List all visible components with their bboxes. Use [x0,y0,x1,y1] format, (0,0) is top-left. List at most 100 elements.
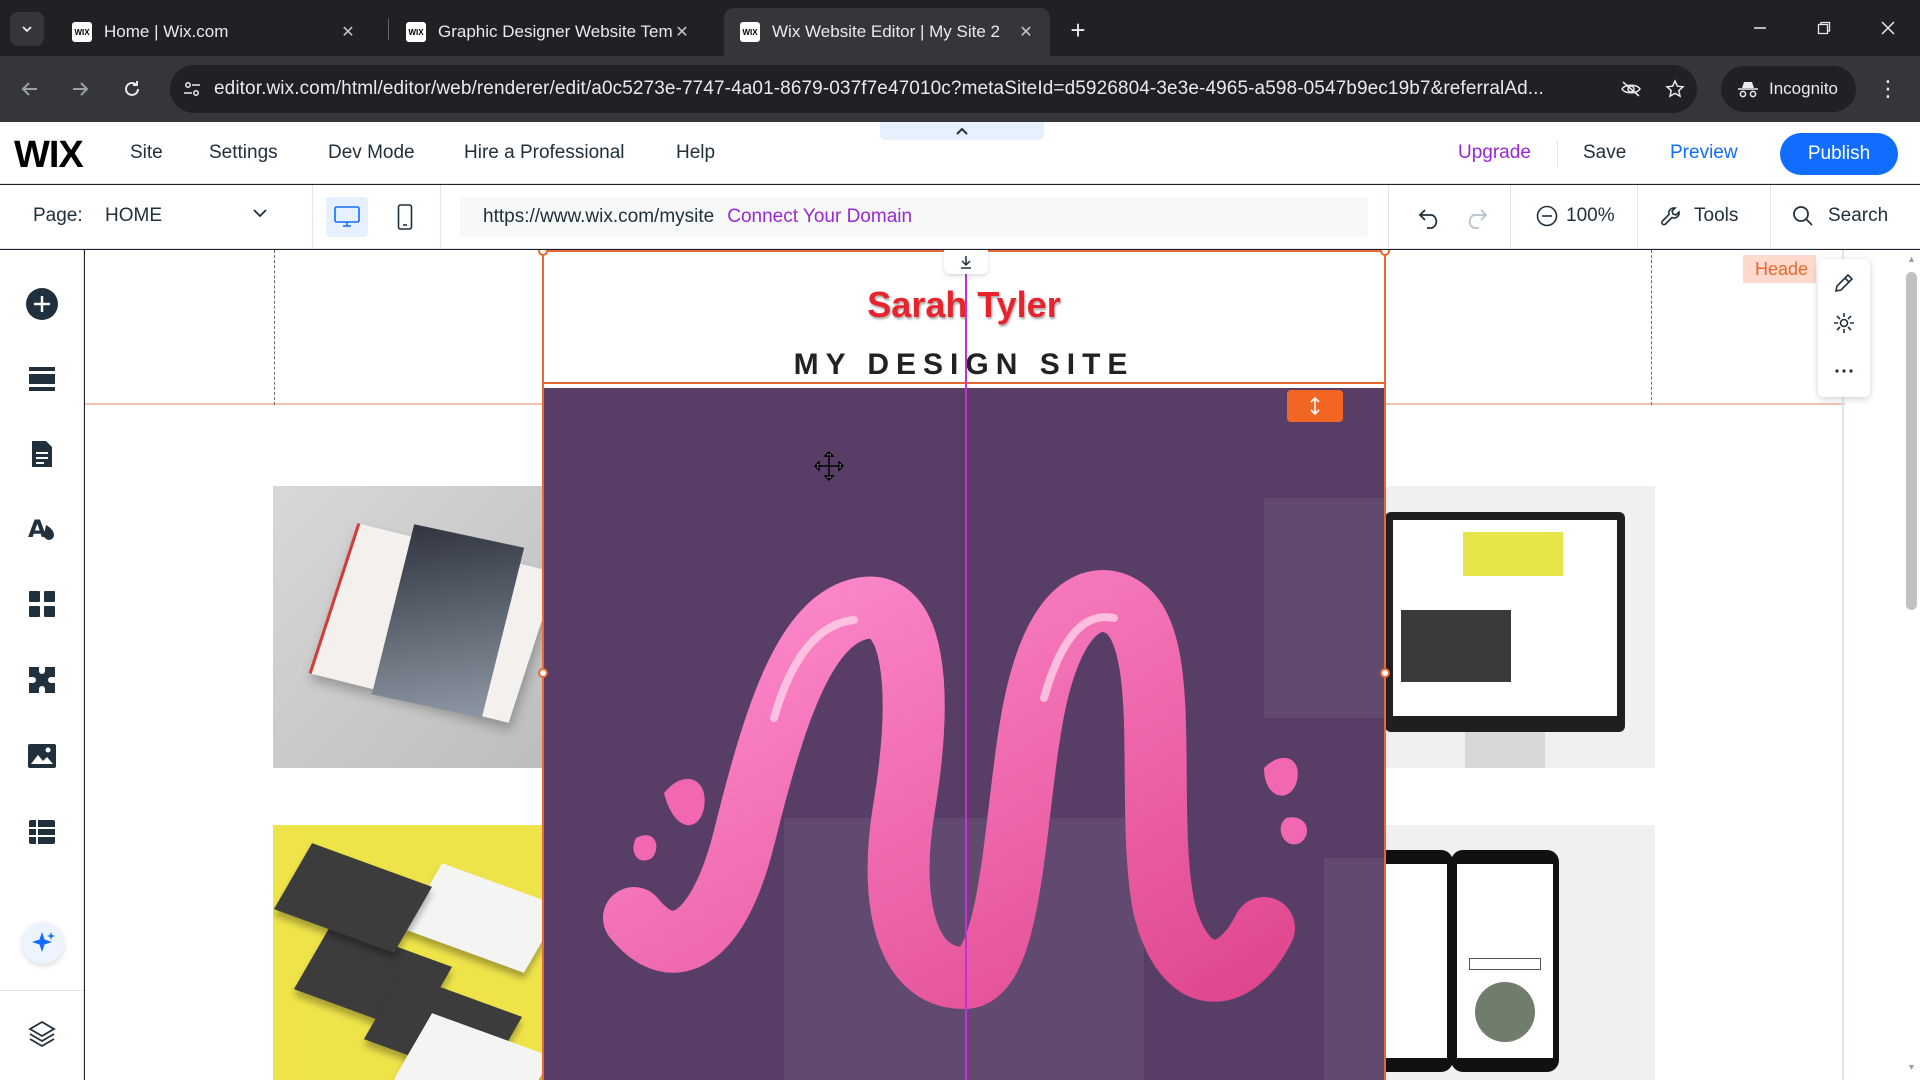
eye-off-icon[interactable] [1609,65,1653,113]
back-button[interactable] [14,73,46,105]
resize-handle[interactable] [1380,668,1390,678]
divider [1557,140,1558,168]
site-info-icon[interactable] [170,65,214,113]
cms-button[interactable] [20,810,64,854]
monitor-shape [1385,512,1625,732]
save-button[interactable]: Save [1583,142,1626,164]
layers-button[interactable] [20,1012,64,1056]
redo-button[interactable] [1461,203,1491,233]
preview-button[interactable]: Preview [1670,142,1738,164]
tools-button[interactable]: Tools [1660,205,1738,227]
edit-section-button[interactable] [1828,267,1860,299]
divider [1388,185,1389,249]
forward-button[interactable] [64,73,96,105]
divider [1637,185,1638,249]
layers-icon [28,1020,56,1048]
selected-strip[interactable]: Sarah Tyler MY DESIGN SITE [538,250,1390,1080]
scroll-thumb[interactable] [1906,272,1917,610]
close-tab-icon[interactable]: ✕ [1016,22,1036,42]
more-icon [1835,369,1853,373]
site-name-text[interactable]: Sarah Tyler [544,284,1384,326]
monitor-screen [1393,520,1617,716]
collapse-topbar-button[interactable] [880,122,1044,140]
add-elements-icon [26,288,58,320]
menu-help[interactable]: Help [676,142,715,164]
add-apps-icon [29,591,55,617]
mobile-view-button[interactable] [384,197,426,237]
site-design-icon: A [28,515,54,543]
browser-tab-editor[interactable]: WIX Wix Website Editor | My Site 2 ✕ [724,8,1050,56]
section-actions-panel [1818,259,1870,397]
zoom-control[interactable]: 100% [1536,205,1615,227]
business-button[interactable] [20,658,64,702]
site-tagline-text[interactable]: MY DESIGN SITE [544,348,1384,382]
canvas-scrollbar[interactable]: ▲ ▼ [1903,250,1920,1080]
reload-button[interactable] [116,73,148,105]
pages-icon [32,441,52,467]
tab-search-button[interactable] [10,12,44,46]
browser-tab-template[interactable]: WIX Graphic Designer Website Temp ✕ [390,8,706,56]
edit-icon [1834,273,1854,293]
browser-menu-icon[interactable]: ⋮ [1872,73,1904,105]
incognito-badge[interactable]: Incognito [1721,66,1856,112]
scroll-up-icon[interactable]: ▲ [1907,254,1916,264]
zoom-level: 100% [1566,205,1615,226]
ai-assistant-button[interactable] [22,922,64,964]
wix-favicon-icon: WIX [740,22,760,42]
business-card [273,843,433,953]
resize-handle[interactable] [538,668,548,678]
search-button[interactable]: Search [1792,205,1888,227]
site-url: https://www.wix.com/mysite [483,206,715,227]
page-selector[interactable]: HOME [105,205,162,227]
browser-tab-home[interactable]: WIX Home | Wix.com ✕ [56,8,372,56]
section-settings-button[interactable] [1828,307,1860,339]
site-design-button[interactable]: A [20,506,64,550]
add-elements-button[interactable] [20,282,64,326]
header-section-tag[interactable]: Heade [1743,255,1817,283]
site-url-bar[interactable]: https://www.wix.com/mysite Connect Your … [460,197,1368,237]
address-bar[interactable]: editor.wix.com/html/editor/web/renderer/… [170,65,1697,113]
pages-button[interactable] [20,432,64,476]
tools-label: Tools [1694,205,1739,226]
gallery-image-cards[interactable] [273,825,543,1080]
menu-hire-professional[interactable]: Hire a Professional [464,142,625,164]
wix-logo[interactable]: WIX [14,134,84,177]
media-button[interactable] [20,734,64,778]
undo-button[interactable] [1415,203,1445,233]
desktop-view-button[interactable] [326,197,368,237]
phone-shape [1451,850,1559,1072]
close-window-button[interactable] [1868,10,1908,46]
menu-settings[interactable]: Settings [209,142,278,164]
bookmark-star-icon[interactable] [1653,65,1697,113]
connect-domain-link[interactable]: Connect Your Domain [727,206,912,228]
gallery-image-phones[interactable] [1385,825,1655,1080]
undo-icon [1418,209,1438,229]
strip-background[interactable] [544,388,1384,1080]
gridline-right [1651,250,1652,405]
scroll-down-icon[interactable]: ▼ [1907,1062,1916,1072]
stretch-section-button[interactable] [1287,390,1343,422]
close-tab-icon[interactable]: ✕ [338,22,358,42]
publish-button[interactable]: Publish [1780,133,1898,175]
gallery-image-book[interactable] [273,486,543,768]
gallery-image-monitor[interactable] [1385,486,1655,768]
editor-canvas[interactable]: Heade Sarah Tyler MY DESIGN SITE [85,250,1903,1080]
add-apps-button[interactable] [20,582,64,626]
close-tab-icon[interactable]: ✕ [672,22,692,42]
new-tab-button[interactable]: + [1062,14,1094,46]
restore-button[interactable] [1804,10,1844,46]
tab-title: Graphic Designer Website Temp [438,22,672,41]
minimize-button[interactable] [1740,10,1780,46]
menu-dev-mode[interactable]: Dev Mode [328,142,415,164]
close-icon [1881,21,1895,35]
drag-handle[interactable] [944,250,988,274]
page-dropdown-chevron[interactable] [252,205,268,226]
cms-icon [29,820,55,844]
tab-divider [388,18,389,40]
search-icon [1793,206,1813,226]
more-actions-button[interactable] [1828,355,1860,387]
menu-site[interactable]: Site [130,142,163,164]
browser-tab-strip: WIX Home | Wix.com ✕ WIX Graphic Designe… [0,0,1920,56]
sections-button[interactable] [20,357,64,401]
upgrade-button[interactable]: Upgrade [1458,142,1531,164]
